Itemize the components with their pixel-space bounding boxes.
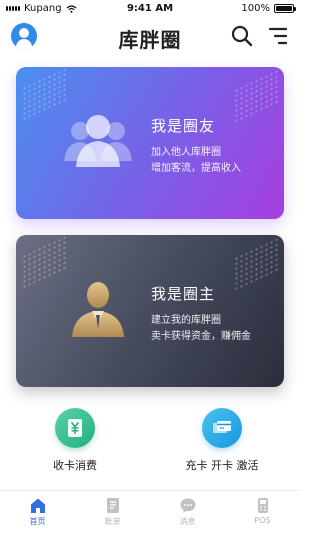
status-bar: Kupang 9:41 AM 100% (0, 0, 300, 18)
battery-icon (274, 4, 296, 13)
card-consume-button[interactable]: 收卡消费 (20, 408, 130, 473)
businessman-icon (72, 282, 124, 337)
friend-card-desc-2: 增加客流，提高收入 (151, 163, 241, 174)
search-button[interactable] (230, 24, 254, 48)
tab-pos[interactable]: POS (225, 491, 300, 533)
dot-pattern (234, 68, 278, 124)
tab-bill[interactable]: 账单 (75, 491, 150, 533)
tab-bill-label: 账单 (104, 517, 121, 526)
friend-card-title: 我是圈友 (151, 117, 216, 135)
card-consume-icon-circle (55, 408, 95, 448)
search-icon (231, 25, 253, 47)
home-icon (30, 498, 45, 513)
owner-card-title: 我是圈主 (151, 285, 216, 303)
tab-home[interactable]: 首页 (0, 491, 75, 533)
app-header: 库胖圈 (0, 18, 300, 58)
battery-percent: 100% (241, 3, 270, 14)
tab-message-label: 消息 (179, 517, 196, 526)
menu-icon (268, 27, 288, 45)
dot-pattern (22, 67, 66, 122)
menu-button[interactable] (266, 24, 290, 48)
tab-home-label: 首页 (29, 517, 46, 526)
card-consume-label: 收卡消费 (53, 459, 97, 472)
card-topup-icon-circle (202, 408, 242, 448)
card-topup-icon (213, 421, 231, 433)
page-title: 库胖圈 (118, 28, 182, 52)
friend-card[interactable]: 我是圈友 加入他人库胖圈 增加客流，提高收入 (16, 67, 284, 219)
bill-icon (106, 498, 119, 513)
dot-pattern (22, 235, 66, 290)
dot-pattern (234, 236, 278, 292)
owner-card-desc-1: 建立我的库胖圈 (151, 315, 221, 326)
group-people-icon (64, 115, 132, 167)
status-right: 100% (241, 3, 296, 14)
card-topup-button[interactable]: 充卡 开卡 激活 (167, 408, 277, 473)
owner-card[interactable]: 我是圈主 建立我的库胖圈 卖卡获得资金，赚佣金 (16, 235, 284, 387)
bottom-tab-bar: 首页 账单 消息 POS (0, 490, 300, 533)
owner-card-desc-2: 卖卡获得资金，赚佣金 (151, 331, 251, 342)
card-topup-label: 充卡 开卡 激活 (185, 459, 259, 472)
card-consume-icon (68, 419, 82, 437)
pos-icon (257, 498, 268, 513)
friend-card-desc-1: 加入他人库胖圈 (151, 147, 221, 158)
tab-message[interactable]: 消息 (150, 491, 225, 533)
message-icon (180, 498, 195, 513)
tab-pos-label: POS (254, 516, 271, 525)
